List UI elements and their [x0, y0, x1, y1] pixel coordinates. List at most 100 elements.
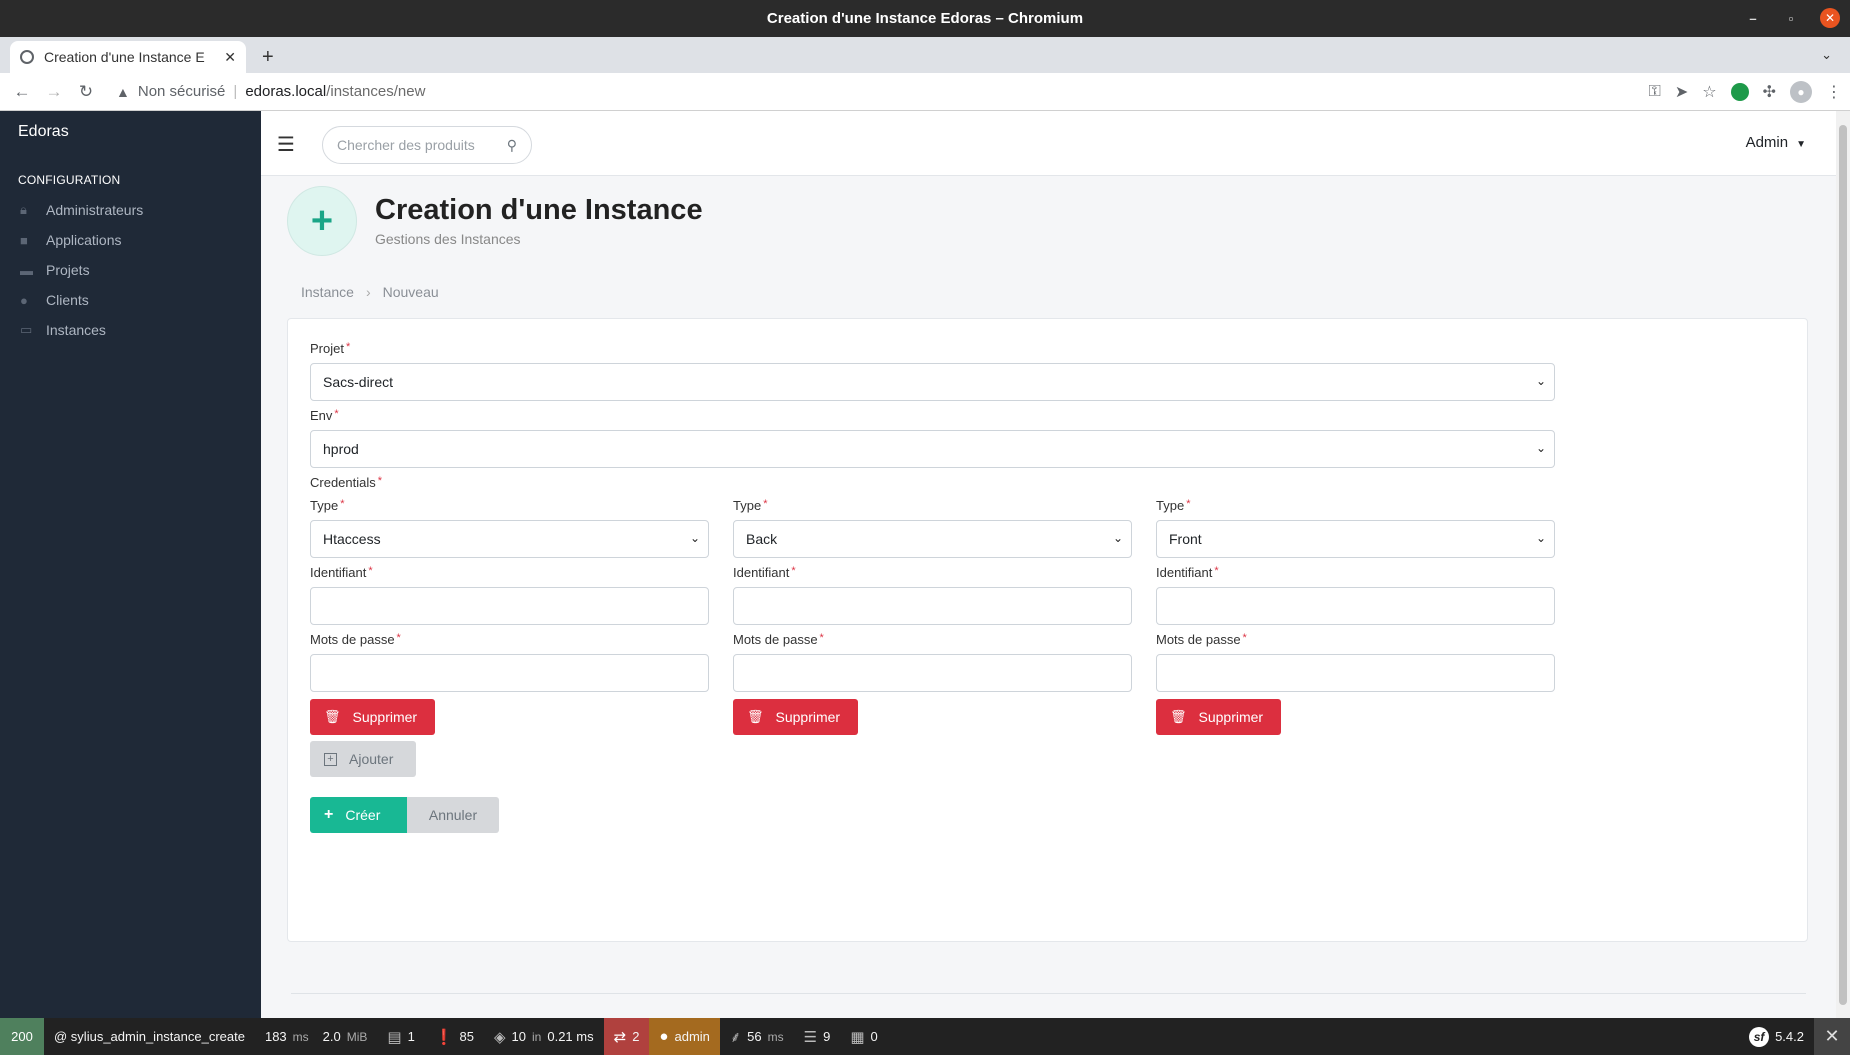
time-panel[interactable]: 183 ms 2.0 MiB [255, 1018, 377, 1055]
forward-arrow-icon[interactable]: → [38, 82, 70, 102]
debug-toolbar-right: sf 5.4.2 ✕ [1739, 1018, 1850, 1055]
env-select-value: hprod [323, 441, 359, 457]
type-label: Type * [310, 498, 345, 513]
extension-icon[interactable] [1730, 83, 1749, 101]
add-credential-button[interactable]: + Ajouter [310, 741, 416, 777]
page-subtitle: Gestions des Instances [375, 231, 521, 247]
route-name: @ sylius_admin_instance_create [54, 1029, 245, 1044]
address-bar: ← → ↻ ▲ Non sécurisé | edoras.local/inst… [0, 73, 1850, 111]
sidebar: Edoras CONFIGURATION 🔒︎ Administrateurs … [0, 111, 261, 1018]
twig-time: 56 [747, 1029, 762, 1044]
delete-credential-button[interactable]: 🗑︎ Supprimer [1156, 699, 1281, 735]
sidebar-item-label: Instances [46, 322, 106, 338]
tab-close-icon[interactable]: ✕ [224, 49, 236, 66]
password-field[interactable] [1156, 654, 1555, 692]
logs-count: 85 [459, 1029, 474, 1044]
db-panel[interactable]: ◈ 10 in 0.21 ms [484, 1018, 604, 1055]
search-input[interactable] [337, 137, 507, 153]
minimize-icon[interactable]: – [1744, 11, 1762, 26]
browser-actions: ⚿ ➤ ☆ ✣ ● ⋮ [1649, 81, 1842, 103]
delete-credential-button[interactable]: 🗑︎ Supprimer [733, 699, 858, 735]
sidebar-item-label: Administrateurs [46, 202, 144, 218]
blocks-panel[interactable]: ▦ 0 [840, 1018, 887, 1055]
star-icon[interactable]: ☆ [1702, 82, 1716, 102]
sidebar-section-title: CONFIGURATION [18, 173, 121, 187]
chevron-down-icon[interactable]: ⌄ [1821, 47, 1832, 63]
close-window-icon[interactable]: ✕ [1820, 8, 1840, 28]
puzzle-icon[interactable]: ✣ [1763, 82, 1776, 102]
monitor-icon: ▭ [20, 322, 33, 337]
twig-panel[interactable]: ⸙ 56 ms [720, 1018, 794, 1055]
hamburger-menu-icon[interactable]: ☰ [277, 132, 295, 157]
sidebar-item-instances[interactable]: ▭ Instances [0, 315, 261, 345]
events-panel[interactable]: ☰ 9 [794, 1018, 841, 1055]
password-field[interactable] [310, 654, 709, 692]
sidebar-item-applications[interactable]: ■ Applications [0, 225, 261, 255]
new-tab-icon[interactable]: + [262, 46, 274, 69]
translation-icon: ⇄ [613, 1028, 627, 1046]
type-label: Type * [1156, 498, 1191, 513]
profile-icon[interactable]: ● [1790, 81, 1812, 103]
page-scrollbar[interactable] [1836, 111, 1850, 1018]
password-field[interactable] [733, 654, 1132, 692]
topbar: ☰ ⚲ Admin ▼ [261, 111, 1836, 176]
cancel-label: Annuler [428, 807, 478, 823]
search-box[interactable]: ⚲ [322, 126, 532, 164]
user-icon: ● [659, 1028, 669, 1045]
logs-panel[interactable]: ❗ 85 [425, 1018, 484, 1055]
kebab-menu-icon[interactable]: ⋮ [1826, 82, 1842, 102]
sidebar-item-clients[interactable]: ● Clients [0, 285, 261, 315]
warning-icon: ▲ [116, 83, 130, 100]
identifiant-field[interactable] [310, 587, 709, 625]
brand-logo[interactable]: Edoras [0, 111, 261, 153]
credential-type-select[interactable]: Front ⌄ [1156, 520, 1555, 558]
url-field[interactable]: ▲ Non sécurisé | edoras.local/instances/… [116, 83, 425, 100]
back-arrow-icon[interactable]: ← [6, 82, 38, 102]
forms-panel[interactable]: ▤ 1 [377, 1018, 424, 1055]
user-icon: ● [20, 292, 28, 308]
cancel-button[interactable]: Annuler [407, 797, 499, 833]
trash-icon: 🗑︎ [324, 709, 341, 724]
identifiant-label: Identifiant * [310, 565, 373, 580]
window-controls: – ▫ ✕ [1744, 8, 1840, 28]
memory-unit: MiB [346, 1029, 368, 1044]
sidebar-item-projets[interactable]: ▬ Projets [0, 255, 261, 285]
twig-icon: ⸙ [729, 1028, 742, 1046]
security-user: admin [674, 1029, 710, 1044]
status-code-badge[interactable]: 200 [0, 1018, 44, 1055]
key-icon[interactable]: ⚿ [1649, 83, 1661, 101]
identifiant-field[interactable] [733, 587, 1132, 625]
create-button[interactable]: + Créer [310, 797, 407, 833]
sidebar-item-label: Clients [46, 292, 89, 308]
alert-icon: ❗ [434, 1028, 454, 1046]
trash-icon: 🗑︎ [1170, 709, 1187, 724]
debug-toolbar: 200 @ sylius_admin_instance_create 183 ms… [0, 1018, 1850, 1055]
projet-select[interactable]: Sacs-direct ⌄ [310, 363, 1555, 401]
page-title: Creation d'une Instance [375, 194, 703, 226]
sidebar-item-label: Applications [46, 232, 122, 248]
route-panel[interactable]: @ sylius_admin_instance_create [44, 1018, 255, 1055]
browser-tab[interactable]: Creation d'une Instance E ✕ [10, 41, 246, 73]
breadcrumb-item-instance[interactable]: Instance [301, 284, 354, 300]
identifiant-field[interactable] [1156, 587, 1555, 625]
delete-credential-button[interactable]: 🗑︎ Supprimer [310, 699, 435, 735]
close-toolbar-icon[interactable]: ✕ [1814, 1018, 1850, 1055]
user-menu[interactable]: Admin ▼ [1746, 134, 1806, 151]
events-count: 9 [823, 1029, 831, 1044]
search-icon[interactable]: ⚲ [507, 137, 517, 154]
reload-icon[interactable]: ↻ [70, 82, 102, 102]
credential-type-select[interactable]: Back ⌄ [733, 520, 1132, 558]
tab-title: Creation d'une Instance E [44, 49, 205, 65]
translation-panel[interactable]: ⇄ 2 [603, 1018, 650, 1055]
security-panel[interactable]: ● admin [649, 1018, 720, 1055]
scrollbar-thumb[interactable] [1839, 125, 1847, 1005]
send-icon[interactable]: ➤ [1675, 82, 1688, 102]
credential-type-select[interactable]: Htaccess ⌄ [310, 520, 709, 558]
chevron-down-icon: ⌄ [689, 531, 700, 545]
folder-icon: ▬ [20, 262, 33, 278]
env-select[interactable]: hprod ⌄ [310, 430, 1555, 468]
projet-label: Projet * [310, 341, 351, 356]
sidebar-item-administrateurs[interactable]: 🔒︎ Administrateurs [0, 195, 261, 225]
symfony-version-panel[interactable]: sf 5.4.2 [1739, 1018, 1814, 1055]
maximize-icon[interactable]: ▫ [1782, 11, 1800, 26]
